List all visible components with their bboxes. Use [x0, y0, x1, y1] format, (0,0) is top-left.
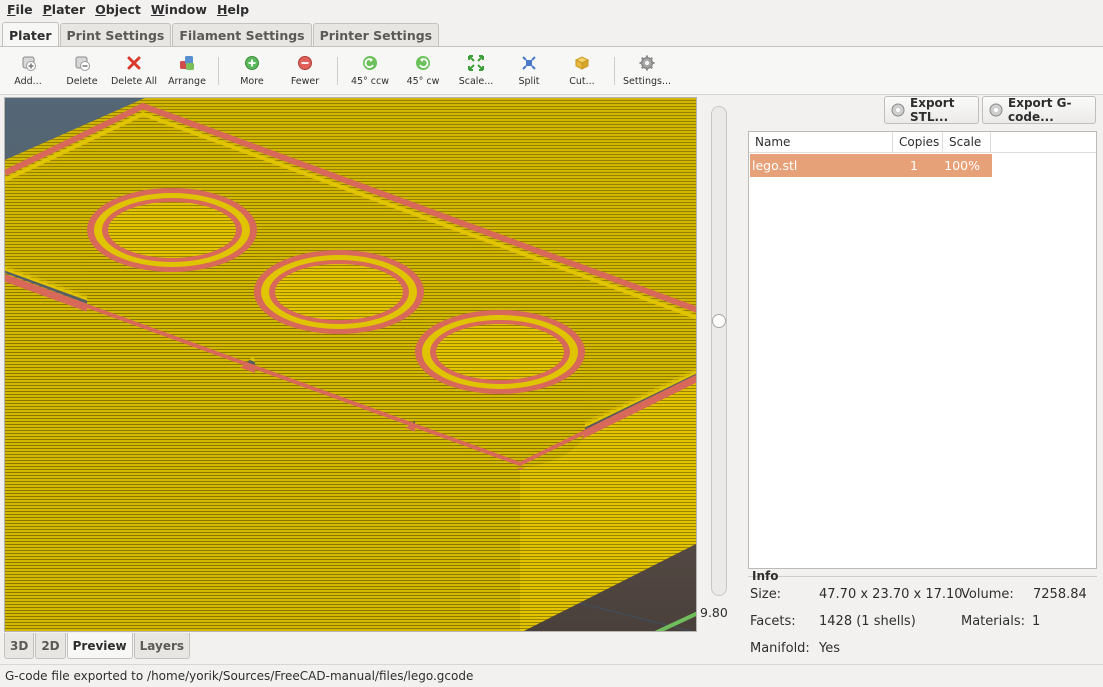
fewer-button[interactable]: Fewer — [277, 51, 333, 91]
toolbar-separator — [337, 57, 338, 85]
object-copies: 1 — [910, 158, 918, 173]
menu-window[interactable]: Window — [146, 0, 212, 20]
arrange-button[interactable]: Arrange — [159, 51, 215, 91]
export-gcode-label: Export G-code... — [1008, 96, 1072, 124]
scale-label: Scale... — [458, 76, 494, 87]
object-list-header: Name Copies Scale — [749, 132, 1096, 153]
preview-3d-canvas[interactable] — [4, 97, 697, 632]
view-tabs: 3D 2D Preview Layers — [4, 633, 191, 659]
facets-label: Facets: — [750, 614, 796, 629]
rotate-ccw-label: 45° ccw — [350, 76, 390, 87]
cut-label: Cut... — [569, 76, 595, 87]
more-label: More — [240, 76, 264, 87]
size-value: 47.70 x 23.70 x 17.10 — [819, 587, 963, 602]
toolbar-separator — [218, 57, 219, 85]
delete-all-label: Delete All — [110, 76, 157, 87]
rotate-cw-label: 45° cw — [406, 76, 440, 87]
cut-button[interactable]: Cut... — [554, 51, 610, 91]
layer-height-readout: 9.80 — [700, 605, 728, 620]
main-tabs: Plater Print Settings Filament Settings … — [2, 22, 440, 47]
minus-circle-icon — [296, 54, 314, 72]
rotate-ccw-button[interactable]: 45° ccw — [342, 51, 398, 91]
materials-value: 1 — [1032, 614, 1041, 629]
plater-toolbar: Add... Delete Delete All Arrange More Fe… — [0, 47, 1103, 95]
manifold-value: Yes — [819, 641, 840, 656]
scale-button[interactable]: Scale... — [448, 51, 504, 91]
object-list[interactable]: Name Copies Scale lego.stl 1 100% — [748, 131, 1097, 569]
tab-2d[interactable]: 2D — [35, 633, 66, 659]
delete-all-button[interactable]: Delete All — [106, 51, 162, 91]
tab-3d[interactable]: 3D — [4, 633, 35, 659]
gear-icon — [638, 54, 656, 72]
layer-slider-handle[interactable] — [712, 314, 726, 328]
arrange-icon — [178, 54, 196, 72]
stud-2 — [254, 250, 424, 444]
tab-filament-settings[interactable]: Filament Settings — [172, 23, 312, 47]
manifold-label: Manifold: — [750, 641, 810, 656]
facets-value: 1428 (1 shells) — [819, 614, 916, 629]
menu-file[interactable]: File — [2, 0, 38, 20]
export-gcode-icon — [988, 102, 1004, 118]
export-stl-button[interactable]: Export STL... — [884, 96, 979, 124]
split-button[interactable]: Split — [501, 51, 557, 91]
object-name: lego.stl — [752, 158, 798, 173]
export-gcode-button[interactable]: Export G-code... — [982, 96, 1096, 124]
delete-button[interactable]: Delete — [54, 51, 110, 91]
status-bar: G-code file exported to /home/yorik/Sour… — [0, 664, 1103, 687]
menu-bar: File Plater Object Window Help — [0, 0, 1103, 20]
export-stl-label: Export STL... — [910, 96, 955, 124]
column-scale[interactable]: Scale — [943, 132, 991, 152]
more-button[interactable]: More — [224, 51, 280, 91]
menu-plater[interactable]: Plater — [38, 0, 91, 20]
menu-help[interactable]: Help — [212, 0, 254, 20]
layer-slider-track[interactable] — [711, 106, 727, 596]
tab-printer-settings[interactable]: Printer Settings — [312, 23, 440, 47]
arrange-label: Arrange — [168, 76, 206, 87]
delete-label: Delete — [66, 76, 98, 87]
rotate-ccw-icon — [361, 54, 379, 72]
export-stl-icon — [890, 102, 906, 118]
delete-all-icon — [125, 54, 143, 72]
object-row[interactable]: lego.stl 1 100% — [750, 154, 992, 177]
split-icon — [520, 54, 538, 72]
size-label: Size: — [750, 587, 782, 602]
rotate-cw-button[interactable]: 45° cw — [395, 51, 451, 91]
volume-label: Volume: — [961, 587, 1014, 602]
object-scale: 100% — [944, 158, 980, 173]
info-title: Info — [752, 569, 779, 583]
fewer-label: Fewer — [290, 76, 320, 87]
stud-1 — [87, 188, 257, 385]
settings-label: Settings... — [622, 76, 672, 87]
add-object-icon — [19, 54, 37, 72]
tab-preview[interactable]: Preview — [66, 633, 133, 659]
materials-label: Materials: — [961, 614, 1025, 629]
tab-layers[interactable]: Layers — [133, 633, 191, 659]
split-label: Split — [518, 76, 540, 87]
plus-circle-icon — [243, 54, 261, 72]
toolbar-separator — [614, 57, 615, 85]
column-name[interactable]: Name — [749, 132, 893, 152]
cut-icon — [573, 54, 591, 72]
tab-print-settings[interactable]: Print Settings — [59, 23, 172, 47]
rotate-cw-icon — [414, 54, 432, 72]
volume-value: 7258.84 — [1033, 587, 1087, 602]
settings-button[interactable]: Settings... — [619, 51, 675, 91]
delete-object-icon — [73, 54, 91, 72]
column-copies[interactable]: Copies — [893, 132, 943, 152]
scale-icon — [467, 54, 485, 72]
menu-object[interactable]: Object — [90, 0, 146, 20]
add-label: Add... — [14, 76, 42, 87]
tab-plater[interactable]: Plater — [2, 22, 59, 47]
add-button[interactable]: Add... — [0, 51, 56, 91]
lego-model-render — [5, 98, 696, 631]
